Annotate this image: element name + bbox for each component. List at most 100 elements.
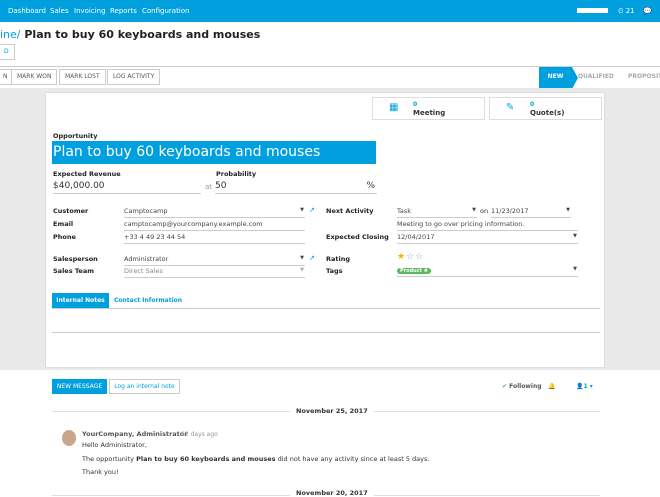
internal-notes-textarea[interactable] (52, 313, 600, 333)
at-label: at (205, 183, 213, 191)
probability-input[interactable]: 50% (215, 181, 377, 194)
user-menu[interactable] (577, 8, 608, 13)
quotes-button[interactable]: ✎ 0 Quote(s) (489, 97, 602, 120)
following-button[interactable]: ✔ Following (502, 383, 542, 390)
activity-type-field[interactable]: Task ▼ (397, 207, 477, 218)
opportunity-label: Opportunity (53, 132, 98, 140)
tab-underline (52, 308, 600, 309)
star-empty-icon[interactable]: ☆ (415, 252, 424, 262)
dropdown-icon: ▼ (472, 207, 476, 213)
following-label: Following (509, 383, 542, 390)
tags-field[interactable]: Product ✖ ▼ (397, 266, 578, 277)
message-time: - 12 days ago (177, 431, 218, 438)
menu-reports[interactable]: Reports (110, 7, 137, 15)
sales-team-value: Direct Sales (124, 267, 163, 275)
salesperson-value: Administrator (124, 255, 169, 263)
followers-button[interactable]: 👤1 ▾ (576, 383, 593, 390)
stage-qualified[interactable]: QUALIFIED (578, 67, 614, 89)
probability-label: Probability (216, 170, 257, 178)
message-line: Thank you! (82, 468, 119, 476)
breadcrumb-separator: / (16, 28, 21, 41)
menu-configuration[interactable]: Configuration (142, 7, 189, 15)
dropdown-icon: ▼ (566, 207, 570, 213)
expected-closing-value: 12/04/2017 (397, 233, 435, 241)
message-bold: Plan to buy 60 keyboards and mouses (136, 455, 276, 463)
next-activity-label: Next Activity (326, 207, 374, 215)
probability-value: 50 (215, 181, 227, 191)
expected-closing-field[interactable]: 12/04/2017 ▼ (397, 233, 578, 244)
tags-label: Tags (326, 267, 343, 275)
activity-type-value: Task (397, 207, 412, 215)
revenue-label: Expected Revenue (53, 170, 121, 178)
message-text: did not have any activity since at least… (275, 455, 430, 463)
author-avatar[interactable] (62, 430, 76, 446)
tab-internal-notes[interactable]: Internal Notes (52, 293, 109, 308)
expected-closing-label: Expected Closing (326, 233, 389, 241)
dropdown-icon: ▼ (300, 207, 304, 213)
mark-lost-button[interactable]: MARK LOST (59, 69, 106, 85)
dropdown-icon: ▼ (300, 255, 304, 261)
followers-count: 1 (583, 383, 588, 390)
meeting-button[interactable]: ▦ 0 Meeting (372, 97, 485, 120)
edit-icon: ✎ (506, 102, 515, 113)
message-line: The opportunity Plan to buy 60 keyboards… (82, 455, 429, 463)
menu-sales[interactable]: Sales (50, 7, 69, 15)
check-icon: ✔ (502, 383, 508, 390)
external-link-icon[interactable]: ↗ (309, 206, 315, 214)
dropdown-icon: ▼ (573, 266, 577, 272)
activity-date-value: 11/23/2017 (491, 207, 529, 215)
tab-contact-information[interactable]: Contact Information (114, 293, 182, 308)
customer-value: Camptocamp (124, 207, 168, 215)
date-label: November 20, 2017 (290, 489, 374, 497)
date-label: November 25, 2017 (290, 407, 374, 415)
email-field[interactable]: camptocamp@yourcompany.example.com (124, 220, 305, 231)
stage-new[interactable]: NEW (539, 67, 572, 89)
activity-date-field[interactable]: 11/23/2017 ▼ (491, 207, 571, 218)
breadcrumb-parent[interactable]: ine (0, 28, 17, 41)
phone-field[interactable]: +33 4 49 23 44 54 (124, 233, 305, 244)
customer-label: Customer (53, 207, 89, 215)
quote-count: 0 (530, 101, 535, 108)
percent-sign: % (366, 181, 375, 191)
stage-proposition[interactable]: PROPOSIT (628, 67, 660, 89)
quote-label: Quote(s) (530, 109, 565, 117)
dropdown-icon: ▼ (573, 233, 577, 239)
chat-icon[interactable]: 💬 (643, 7, 652, 15)
menu-dashboard[interactable]: Dashboard (8, 7, 46, 15)
tag-badge: Product ✖ (397, 268, 431, 274)
log-note-button[interactable]: Log an internal note (109, 379, 180, 394)
sales-team-field[interactable]: Direct Sales ▼ (124, 267, 305, 278)
page-title: Plan to buy 60 keyboards and mouses (24, 28, 261, 41)
salesperson-label: Salesperson (53, 255, 98, 263)
external-link-icon[interactable]: ↗ (309, 254, 315, 262)
customer-field[interactable]: Camptocamp ▼ (124, 207, 305, 218)
bell-icon[interactable]: 🔔 (548, 383, 555, 390)
dropdown-icon: ▼ (300, 267, 304, 273)
edit-button[interactable]: D (0, 44, 15, 60)
meeting-label: Meeting (413, 109, 446, 117)
top-navbar: Dashboard Sales Invoicing Reports Config… (0, 0, 660, 22)
rating-stars[interactable]: ★☆☆ (397, 252, 424, 262)
notification-count: 21 (625, 7, 635, 15)
log-activity-button[interactable]: LOG ACTIVITY (107, 69, 161, 85)
opportunity-name-input[interactable]: Plan to buy 60 keyboards and mouses (52, 141, 376, 164)
calendar-icon: ▦ (389, 102, 399, 113)
revenue-input[interactable]: $40,000.00 (53, 181, 201, 194)
phone-label: Phone (53, 233, 76, 241)
mark-won-button[interactable]: MARK WON (11, 69, 58, 85)
activity-icon[interactable]: ⏲ 21 (618, 7, 635, 16)
message-line: Hello Administrator, (82, 441, 147, 449)
on-label: on (480, 207, 489, 215)
sales-team-label: Sales Team (53, 267, 94, 275)
rating-label: Rating (326, 255, 351, 263)
activity-summary-field[interactable]: Meeting to go over pricing information. (397, 220, 578, 231)
salesperson-field[interactable]: Administrator ▼ (124, 255, 305, 266)
star-filled-icon[interactable]: ★ (397, 252, 406, 262)
new-message-button[interactable]: NEW MESSAGE (52, 379, 107, 394)
breadcrumb: ine/ Plan to buy 60 keyboards and mouses (0, 28, 260, 41)
message-author[interactable]: YourCompany, Administrator (82, 430, 187, 438)
star-empty-icon[interactable]: ☆ (406, 252, 415, 262)
message-text: The opportunity (82, 455, 137, 463)
menu-invoicing[interactable]: Invoicing (74, 7, 106, 15)
meeting-count: 0 (413, 101, 418, 108)
